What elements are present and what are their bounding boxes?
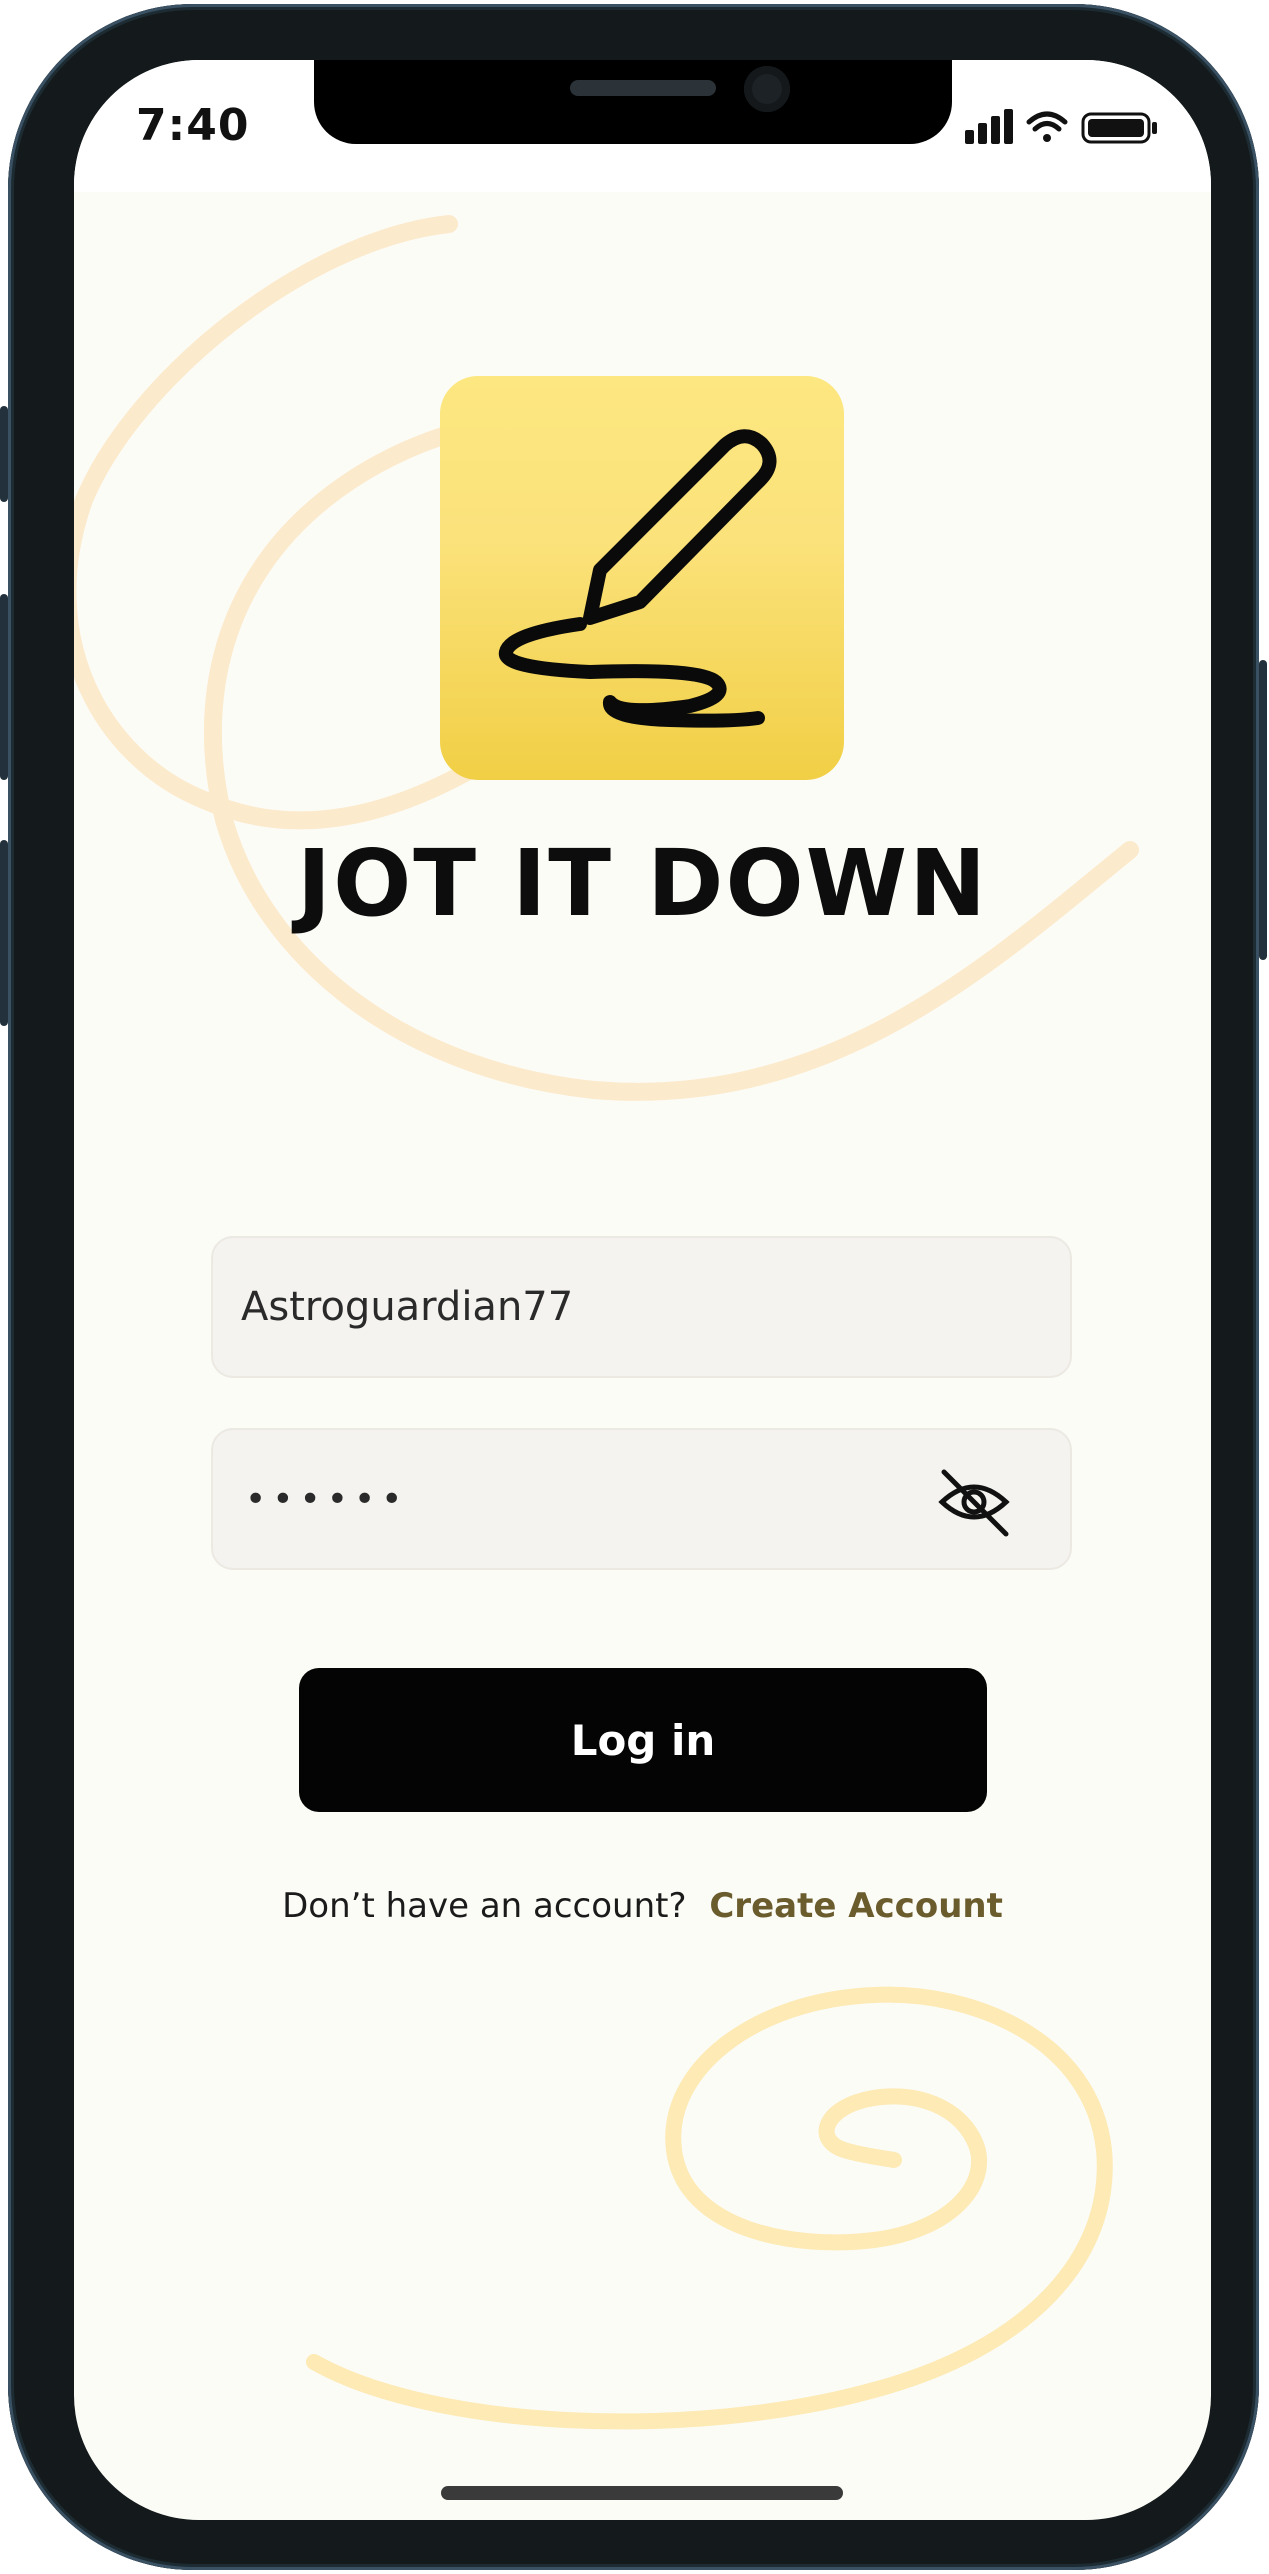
password-field[interactable]: •••••• [211,1428,1072,1570]
eye-slash-icon [938,1469,1010,1537]
power-button [1259,660,1267,960]
app-logo [440,376,844,780]
signup-prompt: Don’t have an account? [282,1886,687,1926]
mute-switch [0,406,8,502]
status-icons [965,108,1161,148]
front-camera [744,66,790,112]
volume-up-button [0,594,8,780]
device-notch [314,60,952,144]
pen-scribble-icon [498,429,777,728]
cellular-signal-icon [965,109,1013,144]
create-account-link[interactable]: Create Account [709,1886,1003,1926]
wifi-icon [1026,111,1068,142]
username-input[interactable] [241,1238,941,1376]
app-screen: 7:40 JOT IT DOWN Astroguardian77 •••••• … [74,60,1211,2520]
speaker-grille [570,80,716,96]
password-input[interactable]: •••••• [245,1430,408,1568]
username-field[interactable] [211,1236,1072,1378]
volume-down-button [0,840,8,1026]
status-time: 7:40 [136,100,250,151]
phone-frame: 7:40 JOT IT DOWN Astroguardian77 •••••• … [0,4,1267,2570]
login-button[interactable]: Log in [299,1668,987,1812]
home-indicator[interactable] [441,2486,843,2500]
password-visibility-toggle[interactable] [934,1462,1014,1542]
battery-icon [1081,112,1157,144]
app-title: JOT IT DOWN [296,830,989,937]
signup-row: Don’t have an account? Create Account [74,1886,1211,1926]
